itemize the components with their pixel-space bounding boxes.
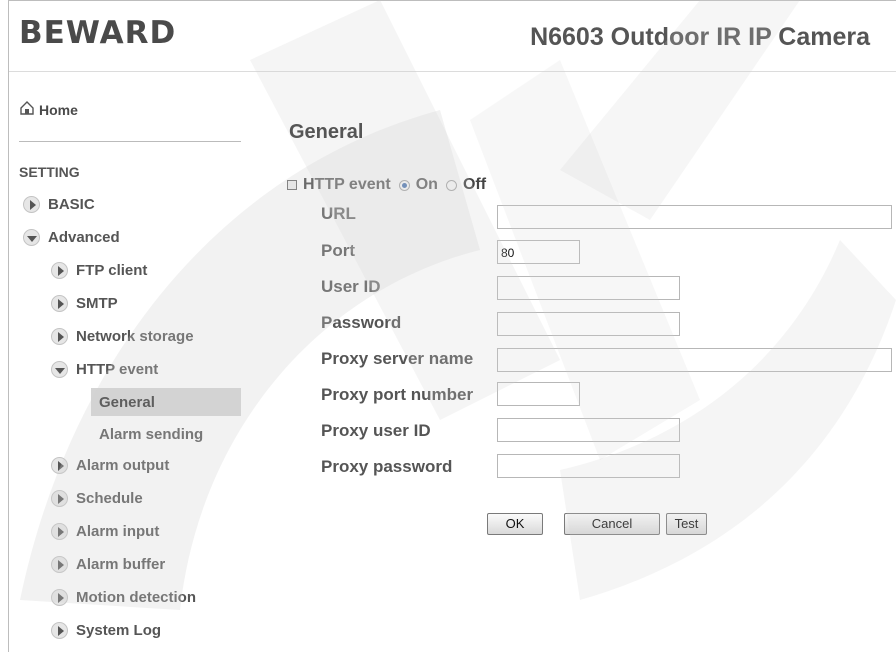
proxy-port-number-input[interactable] — [497, 382, 580, 406]
collapse-arrow-icon — [23, 229, 40, 246]
page-title: General — [289, 121, 364, 143]
bullet-square-icon — [287, 180, 297, 190]
http-event-on-label[interactable]: On — [416, 176, 438, 194]
main-content: General HTTP event On Off URL Port 80 Us… — [243, 72, 896, 652]
sidebar-item-label: HTTP event — [76, 361, 159, 378]
expand-arrow-icon — [51, 457, 68, 474]
sidebar-item-motion-detection[interactable]: Motion detection — [51, 589, 196, 606]
sidebar-item-label: SMTP — [76, 295, 118, 312]
sidebar-item-label: System Log — [76, 622, 162, 639]
expand-arrow-icon — [51, 328, 68, 345]
expand-arrow-icon — [51, 490, 68, 507]
sidebar-item-advanced[interactable]: Advanced — [23, 229, 120, 246]
password-label: Password — [321, 313, 402, 332]
expand-arrow-icon — [51, 622, 68, 639]
proxy-server-name-label: Proxy server name — [321, 349, 474, 368]
proxy-server-name-input[interactable] — [497, 348, 892, 372]
home-label: Home — [39, 101, 78, 118]
home-link[interactable]: Home — [19, 100, 78, 119]
sidebar-item-alarm-input[interactable]: Alarm input — [51, 523, 159, 540]
cancel-button[interactable]: Cancel — [564, 513, 660, 535]
sidebar-item-network-storage[interactable]: Network storage — [51, 328, 194, 345]
url-label: URL — [321, 204, 356, 223]
test-button[interactable]: Test — [666, 513, 707, 535]
camera-title: N6603 Outdoor IR IP Camera — [530, 23, 870, 51]
sidebar-item-label: FTP client — [76, 262, 148, 279]
expand-arrow-icon — [51, 556, 68, 573]
expand-arrow-icon — [51, 295, 68, 312]
sidebar-item-alarm-sending[interactable]: Alarm sending — [99, 426, 203, 443]
http-event-off-label[interactable]: Off — [463, 176, 486, 194]
setting-heading: SETTING — [19, 164, 80, 180]
sidebar-item-label: Network storage — [76, 328, 194, 345]
user-id-input[interactable] — [497, 276, 680, 300]
brand-logo[interactable]: BEWARD — [19, 15, 176, 51]
user-id-label: User ID — [321, 277, 381, 296]
collapse-arrow-icon — [51, 361, 68, 378]
sidebar-item-general[interactable]: General — [99, 394, 155, 411]
sidebar-item-label: Alarm buffer — [76, 556, 166, 573]
sidebar-item-label: Alarm input — [76, 523, 160, 540]
expand-arrow-icon — [51, 589, 68, 606]
port-label: Port — [321, 241, 355, 260]
sidebar-item-label: Alarm output — [76, 457, 170, 474]
header: BEWARD N6603 Outdoor IR IP Camera — [9, 1, 896, 72]
proxy-password-input[interactable] — [497, 454, 680, 478]
ok-button[interactable]: OK — [487, 513, 543, 535]
home-icon — [19, 100, 35, 119]
sidebar-divider — [19, 141, 241, 142]
sidebar-item-label: Advanced — [48, 229, 120, 246]
sidebar-item-alarm-output[interactable]: Alarm output — [51, 457, 169, 474]
sidebar-item-label: Schedule — [76, 490, 143, 507]
sidebar-item-http-event[interactable]: HTTP event — [51, 361, 158, 378]
password-input[interactable] — [497, 312, 680, 336]
sidebar-item-ftp-client[interactable]: FTP client — [51, 262, 147, 279]
sidebar-item-schedule[interactable]: Schedule — [51, 490, 143, 507]
proxy-user-id-label: Proxy user ID — [321, 421, 431, 440]
sidebar-item-system-log[interactable]: System Log — [51, 622, 161, 639]
proxy-user-id-input[interactable] — [497, 418, 680, 442]
expand-arrow-icon — [51, 523, 68, 540]
sidebar-item-basic[interactable]: BASIC — [23, 196, 95, 213]
sidebar: Home SETTING BASIC Advanced FTP client S… — [9, 72, 243, 652]
proxy-port-number-label: Proxy port number — [321, 385, 474, 404]
http-event-toggle-row: HTTP event On Off — [287, 176, 486, 194]
sidebar-item-label: BASIC — [48, 196, 95, 213]
expand-arrow-icon — [23, 196, 40, 213]
proxy-password-label: Proxy password — [321, 457, 453, 476]
http-event-label: HTTP event — [303, 176, 391, 193]
port-input[interactable]: 80 — [497, 240, 580, 264]
sidebar-item-smtp[interactable]: SMTP — [51, 295, 118, 312]
expand-arrow-icon — [51, 262, 68, 279]
http-event-on-radio[interactable] — [398, 179, 410, 191]
http-event-off-radio[interactable] — [445, 179, 457, 191]
url-input[interactable] — [497, 205, 892, 229]
sidebar-item-alarm-buffer[interactable]: Alarm buffer — [51, 556, 165, 573]
sidebar-item-label: Motion detection — [76, 589, 196, 606]
